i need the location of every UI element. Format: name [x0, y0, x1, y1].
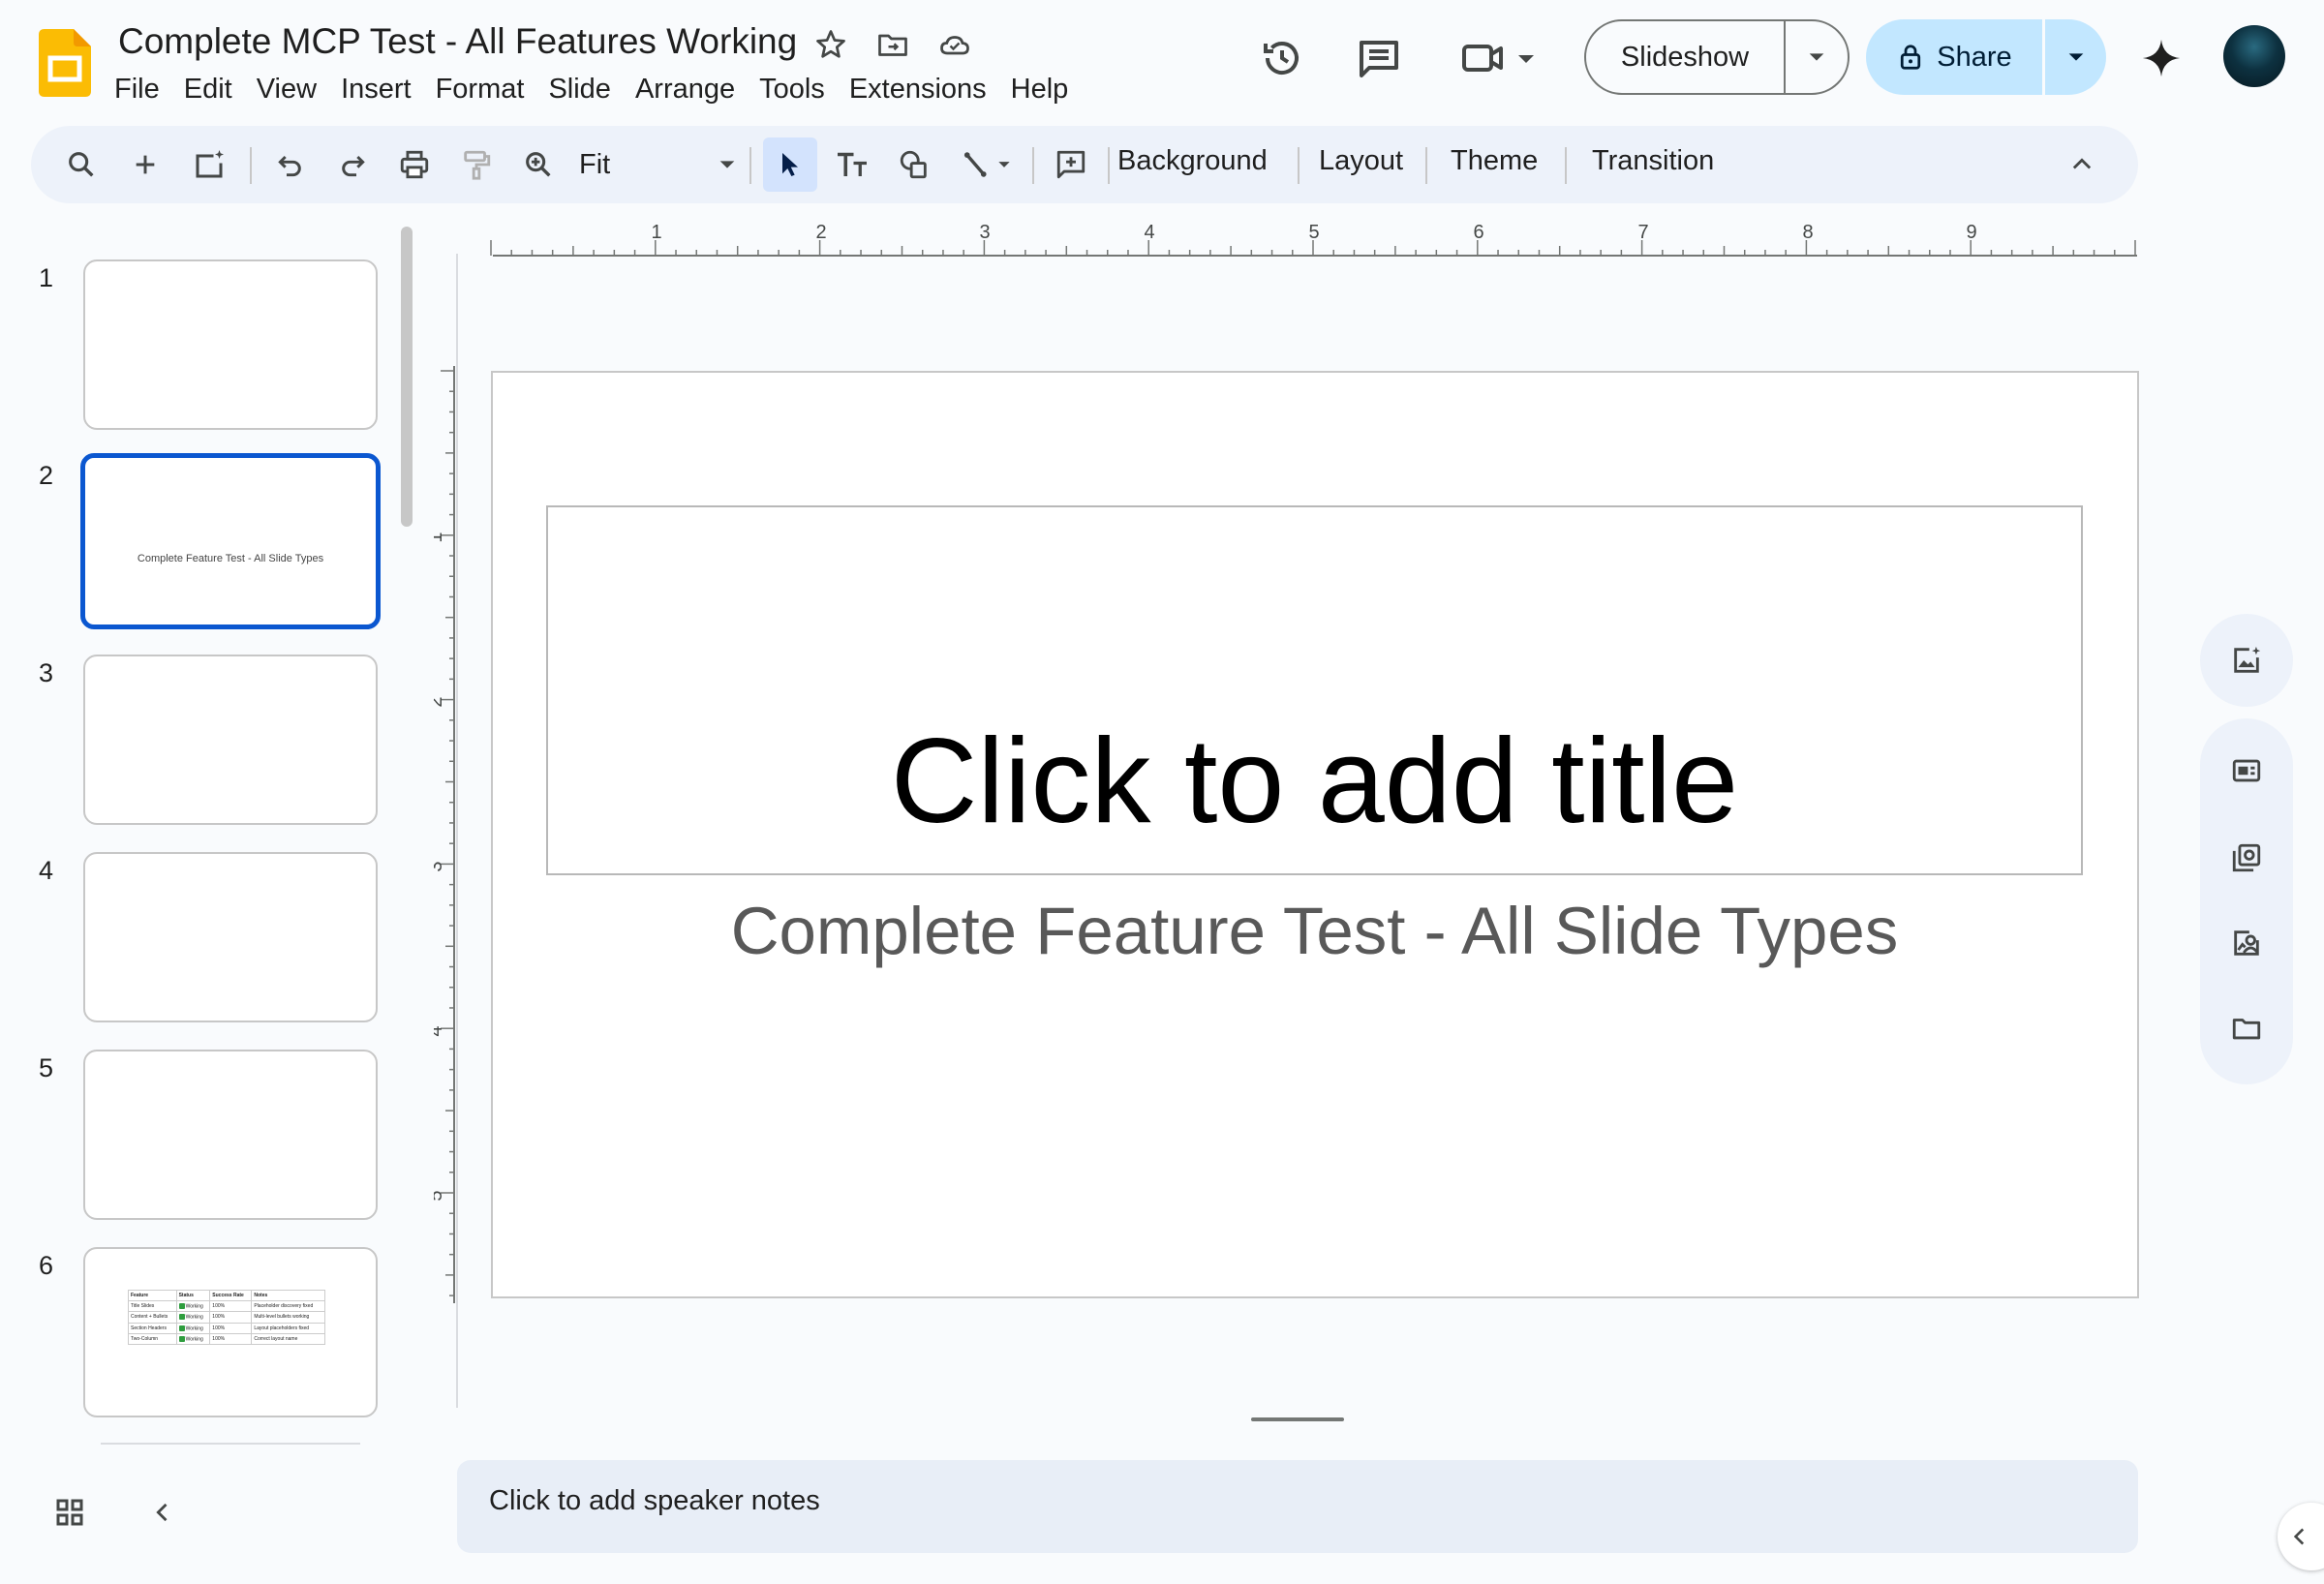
ruler-label: 7: [1637, 222, 1648, 243]
slide-thumbnail-6[interactable]: Feature Status Success Rate Notes Title …: [83, 1247, 378, 1417]
ruler-label: 3: [434, 861, 446, 871]
ruler-label: 4: [434, 1025, 446, 1036]
ruler-label: 8: [1802, 222, 1813, 243]
ruler-label: 2: [815, 222, 826, 243]
undo-icon[interactable]: [263, 137, 318, 192]
comment-add-icon[interactable]: [1044, 137, 1098, 192]
version-history-icon[interactable]: [1257, 33, 1307, 83]
shape-icon[interactable]: [887, 137, 941, 192]
redo-icon[interactable]: [325, 137, 380, 192]
menu-insert[interactable]: Insert: [333, 72, 419, 107]
menu-help[interactable]: Help: [1003, 72, 1077, 107]
search-icon[interactable]: [54, 137, 108, 192]
ruler-label: 2: [434, 696, 446, 707]
move-to-folder-icon[interactable]: [875, 27, 910, 62]
avatar[interactable]: [2223, 25, 2285, 87]
menu-view[interactable]: View: [249, 72, 324, 107]
comments-icon[interactable]: [1354, 33, 1404, 83]
menu-tools[interactable]: Tools: [751, 72, 833, 107]
vertical-ruler[interactable]: 1 2 3 4 5: [434, 366, 463, 1303]
select-cursor-icon[interactable]: [763, 137, 817, 192]
collapse-filmstrip-icon[interactable]: [138, 1487, 188, 1538]
ruler-label: 9: [1966, 222, 1976, 243]
slide-thumbnail-3[interactable]: [83, 655, 378, 825]
show-side-panel-button[interactable]: [2278, 1503, 2324, 1570]
filmstrip-scrollbar[interactable]: [401, 227, 413, 527]
ruler-label: 5: [1308, 222, 1319, 243]
gemini-icon[interactable]: [2136, 33, 2186, 83]
generate-image-icon[interactable]: [2221, 635, 2272, 685]
title-placeholder[interactable]: Click to add title: [546, 505, 2083, 875]
chevron-left-icon: [2293, 1528, 2305, 1545]
zoom-icon[interactable]: [511, 137, 566, 192]
share-label: Share: [1937, 41, 2012, 73]
cloud-saved-icon[interactable]: [937, 27, 972, 62]
grid-view-icon[interactable]: [45, 1487, 95, 1538]
slide-number: 2: [39, 461, 54, 490]
contacts-icon[interactable]: [2221, 918, 2272, 968]
slides-logo-icon[interactable]: [39, 29, 91, 97]
filmstrip-divider: [101, 1443, 360, 1445]
tasks-icon[interactable]: [2221, 833, 2272, 883]
layout-button[interactable]: Layout: [1319, 145, 1403, 177]
share-group: Share: [1866, 19, 2106, 95]
keep-notes-icon[interactable]: [2221, 746, 2272, 796]
menu-edit[interactable]: Edit: [176, 72, 240, 107]
title-placeholder-text: Click to add title: [890, 715, 1739, 848]
line-icon[interactable]: [949, 137, 1026, 192]
transition-button[interactable]: Transition: [1592, 145, 1714, 177]
share-button[interactable]: Share: [1866, 19, 2045, 95]
ruler-label: 1: [651, 222, 661, 243]
notes-resize-handle[interactable]: [1251, 1417, 1344, 1421]
chevron-down-icon: [2068, 53, 2083, 61]
menu-extensions[interactable]: Extensions: [841, 72, 994, 107]
background-button[interactable]: Background: [1117, 145, 1268, 177]
folder-icon[interactable]: [2221, 1003, 2272, 1053]
zoom-value: Fit: [579, 148, 611, 180]
new-slide-with-layout-icon[interactable]: [182, 137, 236, 192]
thumbnail-subtitle: Complete Feature Test - All Slide Types: [137, 553, 324, 564]
speaker-notes[interactable]: Click to add speaker notes: [457, 1460, 2138, 1553]
menu-arrange[interactable]: Arrange: [627, 72, 743, 107]
slide-thumbnail-1[interactable]: [83, 259, 378, 430]
ruler-label: 4: [1144, 222, 1154, 243]
slide-thumbnail-2[interactable]: Complete Feature Test - All Slide Types: [80, 453, 381, 629]
slideshow-dropdown-button[interactable]: [1786, 21, 1848, 93]
document-title[interactable]: Complete MCP Test - All Features Working: [118, 21, 797, 62]
collapse-toolbar-icon[interactable]: [2055, 137, 2109, 192]
ruler-label: 6: [1473, 222, 1483, 243]
add-slide-icon[interactable]: [118, 137, 172, 192]
ruler-label: 5: [434, 1190, 446, 1201]
menu-format[interactable]: Format: [428, 72, 533, 107]
menu-bar: File Edit View Insert Format Slide Arran…: [107, 70, 1085, 108]
lock-icon: [1901, 45, 1921, 70]
star-icon[interactable]: [813, 27, 848, 62]
zoom-select[interactable]: Fit: [573, 137, 738, 192]
text-box-icon[interactable]: [825, 137, 879, 192]
thumbnail-table: Feature Status Success Rate Notes Title …: [128, 1290, 325, 1346]
menu-file[interactable]: File: [107, 72, 168, 107]
slide-number: 5: [39, 1053, 54, 1082]
slide-thumbnail-4[interactable]: [83, 852, 378, 1022]
slideshow-group: Slideshow: [1584, 19, 1850, 95]
ruler-label: 1: [434, 532, 446, 542]
chevron-down-icon: [1809, 53, 1824, 61]
slideshow-button[interactable]: Slideshow: [1586, 21, 1786, 93]
slide-number: 1: [39, 263, 54, 292]
ruler-label: 3: [979, 222, 990, 243]
slide-number: 3: [39, 658, 54, 687]
slide-number: 6: [39, 1251, 54, 1280]
paint-format-icon[interactable]: [449, 137, 504, 192]
toolbar: Fit Background Layout Theme Transition: [31, 126, 2138, 203]
meet-camera-icon[interactable]: [1460, 33, 1542, 83]
slide-thumbnail-5[interactable]: [83, 1050, 378, 1220]
share-dropdown-button[interactable]: [2045, 19, 2106, 95]
slide-number: 4: [39, 856, 54, 885]
theme-button[interactable]: Theme: [1451, 145, 1538, 177]
horizontal-ruler[interactable]: 1 2 3 4 5 6 7 8 9: [456, 221, 2137, 259]
chevron-down-icon: [719, 161, 735, 168]
menu-slide[interactable]: Slide: [540, 72, 619, 107]
print-icon[interactable]: [387, 137, 442, 192]
subtitle-text[interactable]: Complete Feature Test - All Slide Types: [546, 893, 2083, 969]
